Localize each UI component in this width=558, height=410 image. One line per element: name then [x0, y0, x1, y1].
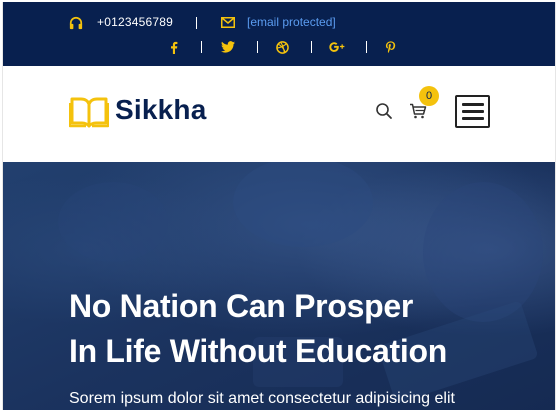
hero-title-line1: No Nation Can Prosper	[69, 288, 413, 324]
menu-bar	[461, 117, 484, 120]
hero-banner: No Nation Can Prosper In Life Without Ed…	[3, 162, 555, 410]
brand-name[interactable]: Sikkha	[115, 94, 206, 126]
google-plus-icon[interactable]	[328, 38, 346, 56]
social-links	[3, 38, 555, 56]
top-bar: +0123456789 [email protected]	[3, 2, 555, 66]
contact-row: +0123456789 [email protected]	[3, 14, 555, 32]
hamburger-menu-button[interactable]	[455, 95, 490, 128]
phone-number[interactable]: +0123456789	[97, 15, 173, 29]
menu-bar	[461, 110, 484, 113]
hero-subtitle: Sorem ipsum dolor sit amet consectetur a…	[69, 390, 455, 407]
page: +0123456789 [email protected] Sikkha 0 N…	[2, 2, 556, 410]
hero-title: No Nation Can Prosper In Life Without Ed…	[69, 284, 539, 374]
search-icon[interactable]	[375, 102, 393, 120]
headphones-icon	[69, 16, 83, 30]
twitter-icon[interactable]	[219, 38, 237, 56]
cart-count-badge: 0	[419, 86, 439, 106]
facebook-icon[interactable]	[167, 38, 181, 56]
divider	[201, 41, 202, 53]
menu-bar	[461, 103, 484, 106]
divider	[196, 17, 197, 29]
pinterest-icon[interactable]	[383, 38, 397, 56]
envelope-icon	[221, 17, 235, 28]
email-link[interactable]: [email protected]	[247, 15, 336, 29]
divider	[257, 41, 258, 53]
hero-title-line2: In Life Without Education	[69, 333, 447, 369]
site-header: Sikkha 0	[3, 66, 555, 162]
dribbble-icon[interactable]	[274, 38, 290, 56]
divider	[311, 41, 312, 53]
book-logo-icon[interactable]	[69, 94, 109, 128]
divider	[366, 41, 367, 53]
